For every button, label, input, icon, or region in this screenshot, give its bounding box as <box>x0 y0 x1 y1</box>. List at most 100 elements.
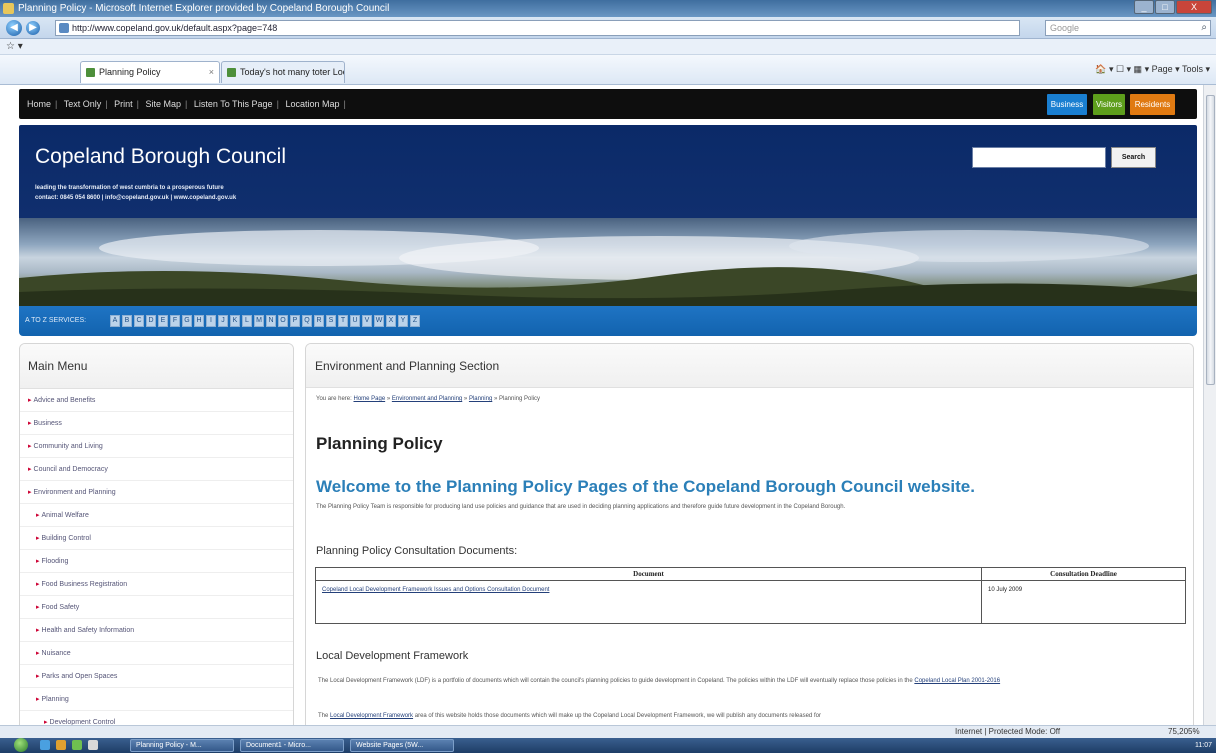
menu-item[interactable]: ▸ Parks and Open Spaces <box>20 665 293 688</box>
breadcrumb-environment[interactable]: Environment and Planning <box>392 396 462 402</box>
command-bar[interactable]: 🏠 ▾ ☐ ▾ ▦ ▾ Page ▾ Tools ▾ <box>1095 64 1210 75</box>
site-search-input[interactable] <box>972 147 1106 168</box>
nav-text-only[interactable]: Text Only <box>64 99 102 109</box>
close-window-button[interactable]: X <box>1176 0 1212 14</box>
tab-close-icon[interactable]: × <box>209 62 214 82</box>
menu-item[interactable]: ▸ Animal Welfare <box>20 504 293 527</box>
az-letter-m[interactable]: M <box>254 315 264 327</box>
nav-home[interactable]: Home <box>27 99 51 109</box>
az-letter-x[interactable]: X <box>386 315 396 327</box>
minimize-button[interactable]: _ <box>1134 0 1154 14</box>
menu-item[interactable]: ▸ Advice and Benefits <box>20 389 293 412</box>
az-letter-i[interactable]: I <box>206 315 216 327</box>
az-letter-y[interactable]: Y <box>398 315 408 327</box>
intro-text: The Planning Policy Team is responsible … <box>316 504 846 510</box>
taskbar-button-ie[interactable]: Planning Policy - M... <box>130 739 234 752</box>
window-title-bar[interactable]: Planning Policy - Microsoft Internet Exp… <box>0 0 1216 17</box>
favorites-star-icon[interactable]: ☆ ▾ <box>6 41 23 52</box>
az-letter-n[interactable]: N <box>266 315 276 327</box>
tab-planning-policy[interactable]: Planning Policy × <box>80 61 220 83</box>
menu-item[interactable]: ▸ Council and Democracy <box>20 458 293 481</box>
start-button[interactable] <box>14 738 28 752</box>
residents-button[interactable]: Residents <box>1130 94 1175 115</box>
menu-item[interactable]: ▸ Flooding <box>20 550 293 573</box>
menu-item[interactable]: ▸ Food Safety <box>20 596 293 619</box>
business-button[interactable]: Business <box>1047 94 1087 115</box>
menu-item[interactable]: ▸ Planning <box>20 688 293 711</box>
az-letter-t[interactable]: T <box>338 315 348 327</box>
local-plan-link[interactable]: Copeland Local Plan 2001-2016 <box>914 678 1000 684</box>
maximize-button[interactable]: □ <box>1155 0 1175 14</box>
az-letter-f[interactable]: F <box>170 315 180 327</box>
security-zone[interactable]: Internet | Protected Mode: Off <box>955 726 1060 738</box>
site-title[interactable]: Copeland Borough Council <box>35 145 286 169</box>
search-icon[interactable]: ⌕ <box>1201 21 1207 35</box>
vertical-scrollbar[interactable] <box>1203 85 1216 725</box>
az-letter-q[interactable]: Q <box>302 315 312 327</box>
az-letter-u[interactable]: U <box>350 315 360 327</box>
menu-item[interactable]: ▸ Building Control <box>20 527 293 550</box>
nav-location-map[interactable]: Location Map <box>285 99 339 109</box>
ldf-link[interactable]: Local Development Framework <box>330 713 413 719</box>
az-letter-s[interactable]: S <box>326 315 336 327</box>
az-letter-w[interactable]: W <box>374 315 384 327</box>
ldf-paragraph-1-text: The Local Development Framework (LDF) is… <box>318 678 913 684</box>
forward-button[interactable]: ▶ <box>26 21 40 35</box>
back-button[interactable]: ◀ <box>6 20 22 36</box>
taskbar-button-pages[interactable]: Website Pages (5W... <box>350 739 454 752</box>
quicklaunch-folder-icon[interactable] <box>56 740 66 750</box>
menu-item[interactable]: ▸ Business <box>20 412 293 435</box>
menu-item[interactable]: ▸ Development Control <box>20 711 293 725</box>
az-letter-r[interactable]: R <box>314 315 324 327</box>
az-letter-p[interactable]: P <box>290 315 300 327</box>
zoom-level[interactable]: 75,205% <box>1168 726 1200 738</box>
menu-arrow-icon: ▸ <box>28 420 32 427</box>
tab-second[interactable]: Today's hot many toter Loca... <box>221 61 345 83</box>
menu-item[interactable]: ▸ Health and Safety Information <box>20 619 293 642</box>
menu-item-label: Food Safety <box>41 604 80 611</box>
menu-item[interactable]: ▸ Community and Living <box>20 435 293 458</box>
az-letter-l[interactable]: L <box>242 315 252 327</box>
ldf-paragraph-1: The Local Development Framework (LDF) is… <box>318 676 1178 687</box>
az-letter-j[interactable]: J <box>218 315 228 327</box>
menu-item[interactable]: ▸ Environment and Planning <box>20 481 293 504</box>
az-letter-g[interactable]: G <box>182 315 192 327</box>
site-search-button[interactable]: Search <box>1111 147 1156 168</box>
scrollbar-thumb[interactable] <box>1206 95 1215 385</box>
site-header: Copeland Borough Council leading the tra… <box>19 125 1197 218</box>
nav-separator: | <box>55 99 58 109</box>
az-letter-b[interactable]: B <box>122 315 132 327</box>
menu-item-label: Health and Safety Information <box>41 627 135 634</box>
visitors-button[interactable]: Visitors <box>1093 94 1125 115</box>
az-letter-e[interactable]: E <box>158 315 168 327</box>
browser-search-input[interactable]: Google ⌕ <box>1045 20 1211 36</box>
menu-item[interactable]: ▸ Nuisance <box>20 642 293 665</box>
nav-listen[interactable]: Listen To This Page <box>194 99 273 109</box>
quicklaunch-ie-icon[interactable] <box>40 740 50 750</box>
az-letter-z[interactable]: Z <box>410 315 420 327</box>
az-letter-o[interactable]: O <box>278 315 288 327</box>
az-letter-k[interactable]: K <box>230 315 240 327</box>
quicklaunch-desktop-icon[interactable] <box>88 740 98 750</box>
az-letter-h[interactable]: H <box>194 315 204 327</box>
breadcrumb-sep: » <box>493 396 498 402</box>
nav-print[interactable]: Print <box>114 99 133 109</box>
taskbar-clock: 11:07 <box>1195 742 1212 749</box>
ldf-paragraph-2: The Local Development Framework area of … <box>318 712 1178 720</box>
nav-separator: | <box>276 99 279 109</box>
document-link[interactable]: Copeland Local Development Framework Iss… <box>322 587 549 593</box>
az-letter-d[interactable]: D <box>146 315 156 327</box>
nav-site-map[interactable]: Site Map <box>145 99 181 109</box>
breadcrumb: You are here: Home Page » Environment an… <box>316 396 540 402</box>
breadcrumb-planning[interactable]: Planning <box>469 396 492 402</box>
menu-item[interactable]: ▸ Food Business Registration <box>20 573 293 596</box>
az-letter-a[interactable]: A <box>110 315 120 327</box>
az-letter-c[interactable]: C <box>134 315 144 327</box>
taskbar-button-word[interactable]: Document1 - Micro... <box>240 739 344 752</box>
address-input[interactable]: http://www.copeland.gov.uk/default.aspx?… <box>55 20 1020 36</box>
breadcrumb-home[interactable]: Home Page <box>353 396 385 402</box>
az-letter-v[interactable]: V <box>362 315 372 327</box>
quicklaunch-media-icon[interactable] <box>72 740 82 750</box>
column-header-document: Document <box>315 567 982 581</box>
a-to-z-bar: A TO Z SERVICES: ABCDEFGHIJKLMNOPQRSTUVW… <box>19 306 1197 336</box>
